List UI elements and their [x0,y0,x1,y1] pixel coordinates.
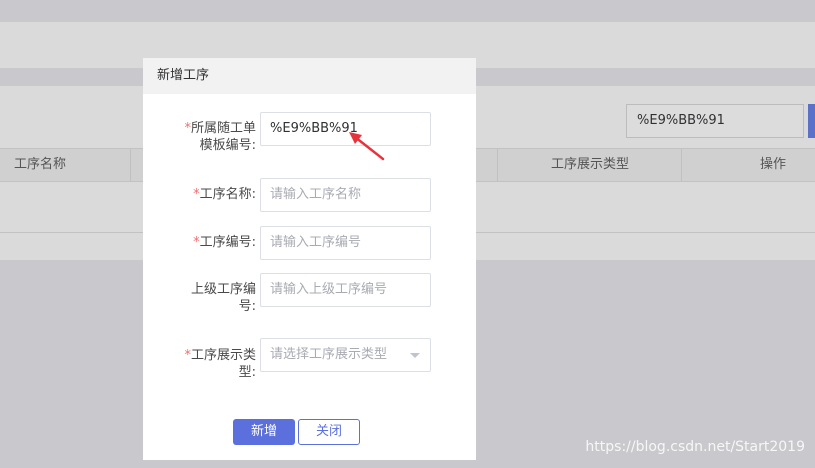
parent-process-number-label-line1: 上级工序编 [190,282,256,297]
parent-process-number-input[interactable]: 请输入上级工序编号 [260,273,431,307]
process-number-label-text: 工序编号: [199,235,256,250]
dialog-header: 新增工序 [143,58,476,94]
parent-process-number-label-line2: 号: [238,299,256,314]
process-number-label: *工序编号: [153,234,256,251]
template-number-label-line1: 所属随工单 [190,121,256,136]
display-type-select[interactable]: 请选择工序展示类型 [260,338,431,372]
chevron-down-icon [410,353,420,358]
table-header-actions: 操作 [760,157,787,172]
table-header-name: 工序名称 [14,157,67,172]
page-top-bar [0,0,815,22]
background-search-button[interactable] [808,104,815,138]
process-name-input[interactable]: 请输入工序名称 [260,178,431,212]
parent-process-number-label: 上级工序编 号: [153,281,256,315]
display-type-label-line1: 工序展示类 [190,348,256,363]
table-col-divider [130,149,131,181]
table-col-divider [497,149,498,181]
display-type-label: *工序展示类 型: [153,347,256,381]
submit-button[interactable]: 新增 [233,419,295,445]
table-col-divider [681,149,682,181]
process-number-input[interactable]: 请输入工序编号 [260,226,431,260]
display-type-label-line2: 型: [238,365,256,380]
template-number-label-line2: 模板编号: [199,138,256,153]
process-name-label: *工序名称: [153,186,256,203]
table-header-display-type: 工序展示类型 [551,157,630,172]
display-type-select-placeholder: 请选择工序展示类型 [270,347,388,362]
template-number-label: *所属随工单 模板编号: [153,120,256,154]
close-button[interactable]: 关闭 [298,419,360,445]
background-search-input[interactable]: %E9%BB%91 [626,104,804,138]
watermark: https://blog.csdn.net/Start2019 [585,439,805,455]
add-process-dialog: 新增工序 *所属随工单 模板编号: %E9%BB%91 *工序名称: 请输入工序… [143,58,476,460]
annotation-arrow-icon [349,132,385,161]
process-name-label-text: 工序名称: [199,187,256,202]
dialog-title: 新增工序 [157,68,210,83]
